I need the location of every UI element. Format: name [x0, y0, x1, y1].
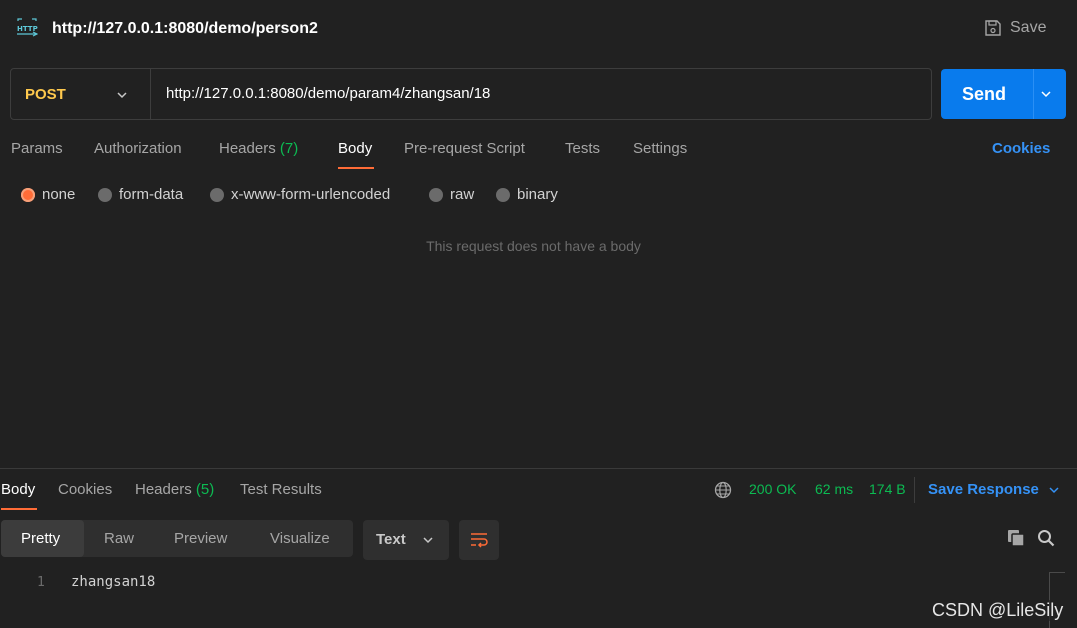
pane-divider[interactable] [0, 468, 1077, 469]
save-label: Save [1010, 19, 1047, 36]
response-tab-cookies[interactable]: Cookies [58, 481, 112, 498]
cookies-link[interactable]: Cookies [992, 140, 1050, 157]
active-tab-indicator [338, 167, 374, 169]
tab-body[interactable]: Body [338, 140, 372, 157]
method-label: POST [25, 86, 66, 103]
tab-tests[interactable]: Tests [565, 140, 600, 157]
radio-icon [98, 187, 112, 202]
send-label: Send [962, 84, 1007, 104]
send-divider [1033, 69, 1034, 119]
chevron-down-icon [1049, 486, 1059, 493]
tab-headers[interactable]: Headers (7) [219, 140, 298, 157]
globe-icon[interactable] [714, 481, 732, 499]
url-bar: POST http://127.0.0.1:8080/demo/param4/z… [10, 68, 932, 120]
tab-headers-label: Headers [219, 140, 276, 157]
radio-raw[interactable]: raw [429, 186, 474, 203]
response-body-line[interactable]: zhangsan18 [71, 574, 155, 590]
response-tab-test-results[interactable]: Test Results [240, 481, 322, 498]
view-raw[interactable]: Raw [104, 520, 134, 557]
radio-urlencoded-label: x-www-form-urlencoded [231, 186, 391, 203]
view-mode-selector: Pretty Raw Preview Visualize [1, 520, 353, 557]
method-dropdown[interactable]: POST [11, 69, 151, 119]
response-size[interactable]: 174 B [869, 481, 906, 497]
save-icon [985, 20, 1001, 36]
line-number: 1 [37, 575, 45, 590]
search-icon[interactable] [1037, 529, 1055, 547]
save-response-button[interactable]: Save Response [928, 481, 1061, 498]
radio-icon [210, 187, 224, 202]
request-title[interactable]: http://127.0.0.1:8080/demo/person2 [52, 20, 318, 38]
radio-binary-label: binary [517, 186, 558, 203]
http-icon: HTTP [17, 18, 38, 37]
title-bar: HTTP http://127.0.0.1:8080/demo/person2 … [0, 0, 1077, 58]
tab-settings[interactable]: Settings [633, 140, 687, 157]
headers-count: (7) [279, 140, 299, 157]
wrap-lines-icon [471, 533, 488, 548]
wrap-lines-button[interactable] [459, 520, 499, 560]
tab-params[interactable]: Params [11, 140, 63, 157]
chevron-down-icon [117, 92, 127, 99]
status-code[interactable]: 200 OK [749, 481, 796, 497]
response-time[interactable]: 62 ms [815, 481, 853, 497]
radio-icon [496, 187, 510, 202]
save-response-label: Save Response [928, 481, 1039, 498]
active-response-tab-indicator [1, 508, 37, 510]
radio-form-data[interactable]: form-data [98, 186, 183, 203]
view-visualize[interactable]: Visualize [270, 520, 330, 557]
response-headers-count: (5) [195, 481, 215, 498]
copy-icon[interactable] [1006, 528, 1026, 548]
status-divider [914, 477, 915, 503]
radio-urlencoded[interactable]: x-www-form-urlencoded [210, 186, 390, 203]
radio-binary[interactable]: binary [496, 186, 558, 203]
format-label: Text [376, 531, 406, 548]
response-tab-headers[interactable]: Headers (5) [135, 481, 214, 498]
chevron-down-icon [423, 537, 433, 544]
radio-checked-icon [21, 187, 35, 202]
radio-icon [429, 187, 443, 202]
chevron-down-icon[interactable] [1039, 87, 1053, 101]
empty-body-message: This request does not have a body [426, 238, 641, 254]
radio-raw-label: raw [450, 186, 475, 203]
view-pretty[interactable]: Pretty [1, 520, 84, 557]
radio-none[interactable]: none [21, 186, 75, 203]
radio-none-label: none [42, 186, 76, 203]
url-input[interactable]: http://127.0.0.1:8080/demo/param4/zhangs… [166, 85, 490, 102]
view-preview[interactable]: Preview [174, 520, 227, 557]
svg-text:HTTP: HTTP [17, 25, 38, 33]
format-dropdown[interactable]: Text [363, 520, 449, 560]
response-tab-body[interactable]: Body [1, 481, 35, 498]
tab-prerequest-script[interactable]: Pre-request Script [404, 140, 525, 157]
tab-authorization[interactable]: Authorization [94, 140, 182, 157]
save-button[interactable]: Save [984, 19, 1046, 37]
send-button[interactable]: Send [941, 69, 1066, 119]
watermark: CSDN @LileSily [932, 600, 1064, 621]
radio-form-data-label: form-data [119, 186, 184, 203]
response-tab-headers-label: Headers [135, 481, 192, 498]
